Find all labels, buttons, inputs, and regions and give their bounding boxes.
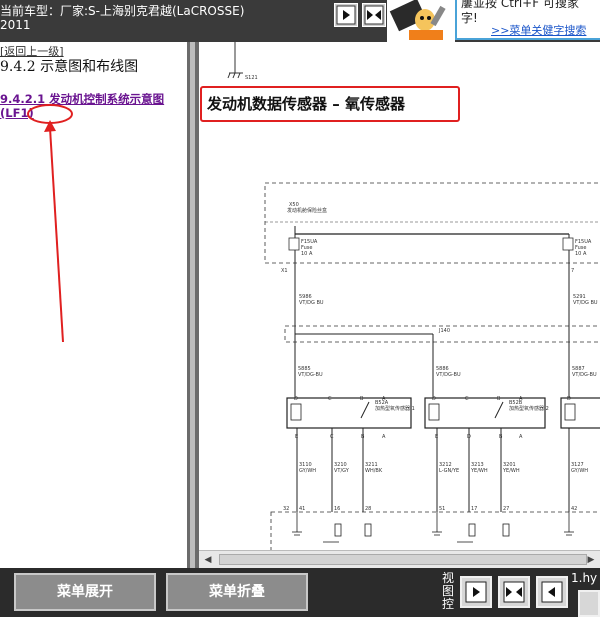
svg-text:C: C	[328, 396, 332, 402]
view-control-label: 视图控	[441, 571, 454, 611]
expand-menu-button[interactable]: 菜单展开	[14, 573, 156, 611]
keyword-search-link[interactable]: >>菜单关健字搜索	[491, 22, 586, 38]
fuse-block-label: 发动机舱保险丝盒	[287, 207, 327, 214]
collapse-menu-button[interactable]: 菜单折叠	[166, 573, 308, 611]
model-year-label: 2011	[0, 18, 31, 32]
red-annotation-arrow	[27, 104, 73, 343]
file-name-label: 1.hy	[571, 571, 598, 585]
search-tip-box: 屢並按 Ctrl+F 可搜家 字! >>菜单关健字搜索	[455, 0, 600, 40]
svg-text:VT/DG BU: VT/DG BU	[299, 300, 324, 306]
scroll-right-icon[interactable]: ▶	[584, 553, 598, 567]
panel-splitter[interactable]	[187, 42, 199, 568]
split-arrows-icon	[364, 5, 384, 25]
svg-text:C: C	[465, 396, 469, 402]
fuse-right	[562, 237, 574, 251]
split-arrows-icon	[503, 581, 525, 603]
svg-text:32: 32	[283, 506, 289, 512]
svg-text:10 A: 10 A	[575, 251, 587, 257]
fuse-block-outline	[264, 182, 600, 264]
svg-text:41: 41	[299, 506, 305, 512]
svg-text:YE/WH: YE/WH	[470, 468, 488, 474]
oxygen-sensor-2: B52B 加热型氧传感器 2 D C B A	[424, 396, 549, 429]
mechanic-logo	[387, 0, 455, 42]
splitter-handle[interactable]	[190, 42, 195, 568]
scroll-left-icon[interactable]: ◀	[201, 553, 215, 567]
svg-text:GY/WH: GY/WH	[299, 468, 316, 474]
svg-text:A: A	[382, 396, 386, 402]
svg-text:加热型氧传感器 2: 加热型氧传感器 2	[509, 405, 549, 412]
svg-text:B: B	[497, 396, 501, 402]
arrow-right-icon	[465, 581, 487, 603]
fuse-left	[288, 237, 300, 251]
svg-text:VT/GY: VT/GY	[334, 468, 350, 474]
svg-text:D: D	[294, 396, 298, 402]
ground-label: S121	[245, 75, 258, 81]
svg-text:42: 42	[571, 506, 577, 512]
svg-text:VT/DG BU: VT/DG BU	[573, 300, 598, 306]
play-right-icon	[336, 5, 356, 25]
next-page-button[interactable]	[460, 576, 492, 608]
svg-text:VT/DG-BU: VT/DG-BU	[436, 372, 461, 378]
corner-button[interactable]	[578, 590, 600, 617]
svg-text:X1: X1	[281, 268, 288, 274]
mechanic-mascot-icon	[389, 0, 446, 40]
svg-text:28: 28	[365, 506, 371, 512]
wiring-diagram-pane: S121 发动机舱保险丝盒 X50 F15UA Fuse 10 A F15UA …	[199, 42, 600, 550]
svg-text:17: 17	[471, 506, 477, 512]
svg-text:B: B	[360, 396, 364, 402]
svg-text:WH/BK: WH/BK	[365, 468, 383, 474]
svg-text:A: A	[519, 396, 523, 402]
next-view-button[interactable]	[334, 3, 358, 27]
svg-text:加热型氧传感器 1: 加热型氧传感器 1	[375, 405, 415, 412]
svg-text:51: 51	[439, 506, 445, 512]
menu-tree-panel: [返回上一级] 9.4.2 示意图和布线图 9.4.2.1 发动机控制系统示意图…	[0, 42, 187, 568]
svg-text:A: A	[382, 434, 386, 440]
previous-page-button[interactable]	[536, 576, 568, 608]
svg-text:7: 7	[571, 268, 574, 274]
svg-text:J140: J140	[438, 328, 450, 334]
fuse-connector-label: X50	[289, 202, 299, 208]
split-view-button[interactable]	[362, 3, 386, 27]
svg-text:YE/WH: YE/WH	[502, 468, 520, 474]
vehicle-model-label: 当前车型：厂家:S-上海别克君越(LaCROSSE)	[0, 4, 245, 18]
scroll-thumb[interactable]	[219, 554, 587, 565]
svg-text:VT/DG-BU: VT/DG-BU	[298, 372, 323, 378]
oxygen-sensor-3-partial: D	[560, 396, 600, 429]
svg-text:GY/WH: GY/WH	[571, 468, 588, 474]
svg-text:A: A	[519, 434, 523, 440]
top-header-bar: 当前车型：厂家:S-上海别克君越(LaCROSSE) 2011 屢並按 Ctrl…	[0, 0, 600, 42]
svg-text:D: D	[432, 396, 436, 402]
diagram-title: 发动机数据传感器 – 氧传感器	[200, 86, 460, 122]
svg-text:D: D	[567, 396, 571, 402]
horizontal-scrollbar[interactable]: ◀ ▶	[199, 550, 600, 568]
split-view-bottom-button[interactable]	[498, 576, 530, 608]
arrow-left-icon	[541, 581, 563, 603]
svg-text:16: 16	[334, 506, 340, 512]
ecm-ground-symbols	[292, 512, 574, 543]
ecm-outline	[270, 511, 600, 550]
svg-text:L-GN/YE: L-GN/YE	[439, 468, 459, 474]
svg-text:10 A: 10 A	[301, 251, 313, 257]
oxygen-sensor-1: B52A 加热型氧传感器 1 D C B A	[286, 396, 415, 429]
svg-text:VT/DG-BU: VT/DG-BU	[572, 372, 597, 378]
section-title: 9.4.2 示意图和布线图	[0, 59, 139, 75]
ground-symbol-top: S121	[227, 42, 258, 81]
svg-text:27: 27	[503, 506, 509, 512]
